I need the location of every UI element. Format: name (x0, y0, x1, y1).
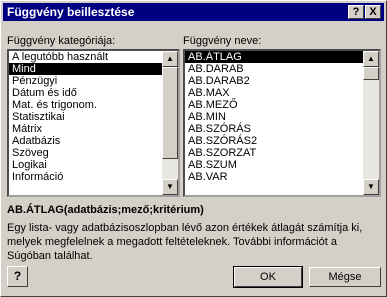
category-list-item[interactable]: A legutóbb használt (9, 51, 162, 63)
function-list-item[interactable]: AB.MAX (185, 87, 363, 99)
category-list-item[interactable]: Információ (9, 171, 162, 183)
scroll-down-arrow-icon[interactable]: ▼ (162, 179, 178, 195)
help-question-icon: ? (13, 269, 22, 283)
function-list-item[interactable]: AB.DARAB (185, 63, 363, 75)
function-list-item[interactable]: AB.SZUM (185, 159, 363, 171)
scroll-up-arrow-icon[interactable]: ▲ (363, 51, 379, 67)
function-list-item[interactable]: AB.VAR (185, 171, 363, 183)
function-list-item[interactable]: AB.SZÓRÁS2 (185, 135, 363, 147)
category-list-item[interactable]: Pénzügyi (9, 75, 162, 87)
function-list-item[interactable]: AB.MEZŐ (185, 99, 363, 111)
scroll-thumb[interactable] (363, 67, 379, 80)
category-list-item[interactable]: Mind (9, 63, 162, 75)
function-list-item[interactable]: AB.ÁTLAG (185, 51, 363, 63)
cancel-button[interactable]: Mégse (309, 267, 381, 287)
function-list-item[interactable]: AB.DARAB2 (185, 75, 363, 87)
title-bar: Függvény beillesztése ? X (3, 3, 384, 21)
dialog-title: Függvény beillesztése (7, 5, 135, 19)
category-list-item[interactable]: Szöveg (9, 147, 162, 159)
insert-function-dialog: Függvény beillesztése ? X Függvény kateg… (0, 0, 387, 297)
help-question-button[interactable]: ? (348, 5, 364, 19)
category-list-item[interactable]: Statisztikai (9, 111, 162, 123)
function-listbox[interactable]: AB.ÁTLAG AB.DARAB AB.DARAB2 AB.MAX AB.MEZŐ AB… (183, 49, 381, 197)
category-list-item[interactable]: Mat. és trigonom. (9, 99, 162, 111)
scroll-thumb[interactable] (162, 67, 178, 159)
function-syntax: AB.ÁTLAG(adatbázis;mező;kritérium) (7, 204, 204, 216)
function-label: Függvény neve: (183, 35, 262, 47)
function-scrollbar[interactable]: ▲ ▼ (363, 51, 379, 195)
function-items: AB.ÁTLAG AB.DARAB AB.DARAB2 AB.MAX AB.MEZŐ AB… (185, 51, 363, 195)
category-list-item[interactable]: Logikai (9, 159, 162, 171)
close-button[interactable]: X (365, 5, 381, 19)
function-description: Egy lista- vagy adatbázisoszlopban lévő … (7, 222, 363, 262)
category-list-item[interactable]: Mátrix (9, 123, 162, 135)
office-assistant-help-button[interactable]: ? (7, 266, 28, 287)
category-list-item[interactable]: Adatbázis (9, 135, 162, 147)
category-list-item[interactable]: Dátum és idő (9, 87, 162, 99)
category-label: Függvény kategóriája: (7, 35, 116, 47)
category-scrollbar[interactable]: ▲ ▼ (162, 51, 178, 195)
scroll-up-arrow-icon[interactable]: ▲ (162, 51, 178, 67)
function-list-item[interactable]: AB.SZORZAT (185, 147, 363, 159)
function-list-item[interactable]: AB.SZÓRÁS (185, 123, 363, 135)
category-listbox[interactable]: A legutóbb használt Mind Pénzügyi Dátum és … (7, 49, 180, 197)
function-list-item[interactable]: AB.MIN (185, 111, 363, 123)
scroll-down-arrow-icon[interactable]: ▼ (363, 179, 379, 195)
category-items: A legutóbb használt Mind Pénzügyi Dátum és … (9, 51, 162, 195)
ok-button[interactable]: OK (233, 266, 303, 288)
